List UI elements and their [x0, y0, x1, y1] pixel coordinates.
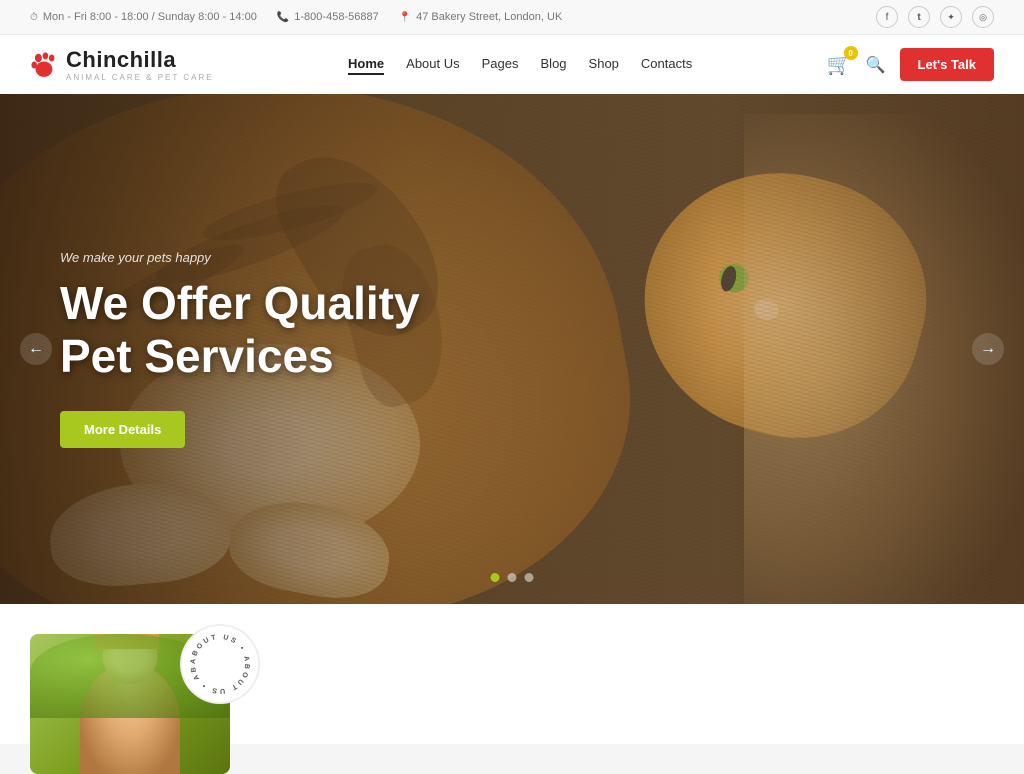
carousel-next-button[interactable]: → [972, 333, 1004, 365]
about-image-wrap: ABOUT US • ABOUT US • ABOUT US • [30, 634, 250, 744]
carousel-prev-button[interactable]: ← [20, 333, 52, 365]
carousel-dot-1[interactable] [491, 573, 500, 582]
logo[interactable]: Chinchilla Animal Care & Pet Care [30, 47, 214, 82]
hero-cta-button[interactable]: More Details [60, 411, 185, 448]
hero-tagline: We make your pets happy [60, 250, 1024, 265]
social-links: f t ✦ ◎ [876, 6, 994, 28]
clock-icon: ⏱ [30, 12, 38, 23]
lets-talk-button[interactable]: Let's Talk [900, 48, 994, 81]
carousel-dots [491, 573, 534, 582]
main-nav: Home About Us Pages Blog Shop Contacts [348, 56, 692, 73]
instagram-icon[interactable]: ◎ [972, 6, 994, 28]
below-hero-section: ABOUT US • ABOUT US • ABOUT US • [0, 604, 1024, 744]
hero-section: We make your pets happy We Offer Quality… [0, 94, 1024, 604]
nav-home[interactable]: Home [348, 56, 384, 73]
schedule-info: ⏱ Mon - Fri 8:00 - 18:00 / Sunday 8:00 -… [30, 11, 257, 23]
carousel-dot-3[interactable] [525, 573, 534, 582]
top-bar: ⏱ Mon - Fri 8:00 - 18:00 / Sunday 8:00 -… [0, 0, 1024, 35]
twitter-icon[interactable]: t [908, 6, 930, 28]
logo-text: Chinchilla Animal Care & Pet Care [66, 47, 214, 82]
hero-title: We Offer Quality Pet Services [60, 277, 480, 383]
logo-subtitle: Animal Care & Pet Care [66, 73, 214, 82]
logo-title: Chinchilla [66, 47, 214, 73]
about-circle-badge: ABOUT US • ABOUT US • ABOUT US • [180, 624, 260, 704]
hero-content: We make your pets happy We Offer Quality… [0, 94, 1024, 604]
phone-info: 📞 1-800-458-56887 [277, 11, 379, 23]
facebook-icon[interactable]: f [876, 6, 898, 28]
phone-icon: 📞 [277, 12, 289, 23]
search-button[interactable]: 🔍 [866, 55, 886, 75]
nav-shop[interactable]: Shop [589, 56, 619, 73]
phone-text: 1-800-458-56887 [294, 11, 378, 23]
nav-about[interactable]: About Us [406, 56, 459, 73]
cart-button[interactable]: 🛒 0 [827, 52, 852, 77]
cart-badge: 0 [844, 46, 858, 60]
top-bar-left: ⏱ Mon - Fri 8:00 - 18:00 / Sunday 8:00 -… [30, 11, 562, 23]
location-icon: 📍 [399, 12, 411, 23]
header-actions: 🛒 0 🔍 Let's Talk [827, 48, 994, 81]
nav-pages[interactable]: Pages [482, 56, 519, 73]
about-circle-text: ABOUT US • ABOUT US • ABOUT US • [185, 629, 255, 699]
nav-contacts[interactable]: Contacts [641, 56, 692, 73]
star-social-icon[interactable]: ✦ [940, 6, 962, 28]
address-info: 📍 47 Bakery Street, London, UK [399, 11, 563, 23]
svg-text:ABOUT US • ABOUT US • ABOUT US: ABOUT US • ABOUT US • ABOUT US • [185, 629, 250, 694]
main-header: Chinchilla Animal Care & Pet Care Home A… [0, 35, 1024, 94]
paw-icon [30, 51, 58, 79]
address-text: 47 Bakery Street, London, UK [416, 11, 562, 23]
nav-blog[interactable]: Blog [541, 56, 567, 73]
carousel-dot-2[interactable] [508, 573, 517, 582]
schedule-text: Mon - Fri 8:00 - 18:00 / Sunday 8:00 - 1… [43, 11, 257, 23]
